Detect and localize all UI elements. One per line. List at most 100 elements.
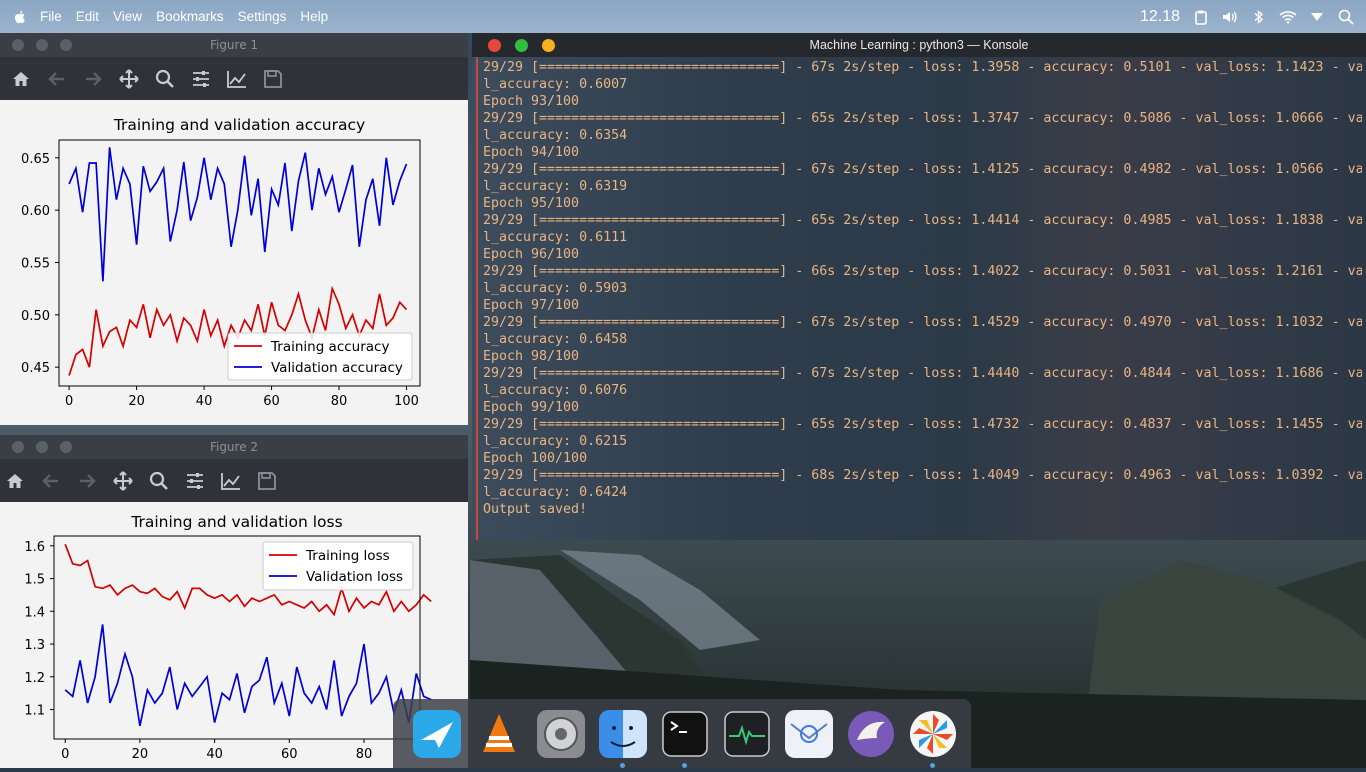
forward-arrow-icon[interactable]: [82, 68, 104, 90]
volume-icon[interactable]: [1221, 8, 1239, 26]
terminal-line: 29/29 [==============================] -…: [483, 264, 1362, 279]
y-tick-label: 1.2: [24, 671, 45, 686]
terminal-line: Epoch 95/100: [483, 196, 580, 211]
pan-icon[interactable]: [112, 470, 134, 492]
terminal-line: l_accuracy: 0.6111: [483, 230, 628, 245]
y-tick-label: 1.5: [24, 573, 45, 588]
home-icon[interactable]: [4, 470, 26, 492]
top-menu-bar: File Edit View Bookmarks Settings Help 1…: [0, 0, 1366, 33]
close-button[interactable]: [12, 441, 24, 453]
menu-edit[interactable]: Edit: [76, 9, 99, 24]
finder-icon[interactable]: [599, 709, 647, 768]
minimize-button[interactable]: [515, 39, 528, 52]
bluetooth-icon[interactable]: [1250, 8, 1268, 26]
terminal-line: l_accuracy: 0.6458: [483, 332, 628, 347]
x-tick-label: 20: [128, 394, 145, 409]
eagle-browser-icon[interactable]: [847, 710, 895, 758]
clock[interactable]: 12.18: [1140, 8, 1180, 26]
zoom-icon[interactable]: [154, 68, 176, 90]
edit-axis-icon[interactable]: [226, 68, 248, 90]
edit-axis-icon[interactable]: [220, 470, 242, 492]
terminal-line: 29/29 [==============================] -…: [483, 417, 1362, 432]
terminal-line: 29/29 [==============================] -…: [483, 213, 1362, 228]
forward-arrow-icon[interactable]: [76, 470, 98, 492]
x-tick-label: 0: [61, 747, 69, 762]
y-tick-label: 1.6: [24, 540, 45, 555]
configure-subplots-icon[interactable]: [184, 470, 206, 492]
figure2-toolbar: [0, 459, 468, 502]
figure1-window: Figure 1 Training and validation accurac…: [0, 33, 468, 425]
terminal-line: l_accuracy: 0.6007: [483, 77, 628, 92]
terminal-line: 29/29 [==============================] -…: [483, 315, 1362, 330]
terminal-line: l_accuracy: 0.6319: [483, 179, 628, 194]
x-tick-label: 80: [331, 394, 348, 409]
close-button[interactable]: [12, 39, 24, 51]
terminal-icon[interactable]: [661, 710, 709, 768]
minimize-button[interactable]: [36, 441, 48, 453]
wifi-icon[interactable]: [1279, 8, 1297, 26]
configure-subplots-icon[interactable]: [190, 68, 212, 90]
figure1-toolbar: [0, 57, 468, 100]
terminal-line: l_accuracy: 0.6215: [483, 434, 628, 449]
terminal-line: 29/29 [==============================] -…: [483, 162, 1362, 177]
y-tick-label: 1.1: [24, 704, 45, 719]
maximize-button[interactable]: [60, 441, 72, 453]
terminal-line: l_accuracy: 0.6424: [483, 485, 628, 500]
close-button[interactable]: [488, 39, 501, 52]
system-settings-icon[interactable]: [537, 709, 585, 758]
kite-app-icon[interactable]: [413, 709, 461, 758]
back-arrow-icon[interactable]: [46, 68, 68, 90]
y-tick-label: 0.55: [21, 256, 50, 271]
terminal-line: Epoch 98/100: [483, 349, 580, 364]
series-line-1: [64, 624, 432, 727]
y-tick-label: 1.3: [24, 638, 45, 653]
legend-label: Validation loss: [306, 569, 403, 585]
status-area: 12.18: [1140, 0, 1366, 33]
running-indicator: [620, 762, 625, 768]
terminal-output[interactable]: 29/29 [==============================] -…: [476, 57, 1362, 540]
minimize-button[interactable]: [36, 39, 48, 51]
accuracy-chart: Training and validation accuracy 0.45 0.50…: [21, 116, 421, 409]
figure1-titlebar[interactable]: Figure 1: [0, 33, 468, 57]
y-tick-label: 0.60: [21, 204, 50, 219]
y-tick-label: 0.65: [21, 152, 50, 167]
y-tick-label: 0.50: [21, 309, 50, 324]
activity-monitor-icon[interactable]: [723, 710, 771, 758]
figure2-titlebar[interactable]: Figure 2: [0, 435, 468, 459]
maximize-button[interactable]: [542, 39, 555, 52]
clipboard-icon[interactable]: [1192, 8, 1210, 26]
home-icon[interactable]: [10, 68, 32, 90]
menu-bookmarks[interactable]: Bookmarks: [156, 9, 224, 24]
terminal-line: l_accuracy: 0.5903: [483, 281, 628, 296]
legend-label: Training accuracy: [270, 339, 389, 355]
terminal-line: Epoch 97/100: [483, 298, 580, 313]
terminal-line: 29/29 [==============================] -…: [483, 111, 1362, 126]
y-tick-label: 1.4: [24, 605, 45, 620]
save-icon[interactable]: [262, 68, 284, 90]
menu-help[interactable]: Help: [300, 9, 328, 24]
menu-view[interactable]: View: [113, 9, 142, 24]
back-arrow-icon[interactable]: [40, 470, 62, 492]
menu-file[interactable]: File: [40, 9, 62, 24]
dropdown-arrow-icon[interactable]: [1308, 8, 1326, 26]
x-tick-label: 80: [356, 747, 373, 762]
x-tick-label: 60: [263, 394, 280, 409]
konsole-window: Machine Learning : python3 — Konsole 29/…: [472, 33, 1366, 540]
vlc-icon[interactable]: [475, 710, 523, 758]
zoom-icon[interactable]: [148, 470, 170, 492]
search-icon[interactable]: [1337, 8, 1355, 26]
terminal-line: 29/29 [==============================] -…: [483, 468, 1362, 483]
x-tick-label: 100: [394, 394, 419, 409]
mail-icon[interactable]: [785, 709, 833, 758]
terminal-line: Epoch 99/100: [483, 400, 580, 415]
maximize-button[interactable]: [60, 39, 72, 51]
pinwheel-app-icon[interactable]: [909, 710, 957, 768]
save-icon[interactable]: [256, 470, 278, 492]
apple-icon[interactable]: [12, 9, 28, 25]
x-tick-label: 40: [206, 747, 223, 762]
pan-icon[interactable]: [118, 68, 140, 90]
konsole-titlebar[interactable]: Machine Learning : python3 — Konsole: [472, 33, 1366, 57]
menu-settings[interactable]: Settings: [238, 9, 287, 24]
x-tick-label: 0: [65, 394, 73, 409]
terminal-line: Epoch 100/100: [483, 451, 588, 466]
